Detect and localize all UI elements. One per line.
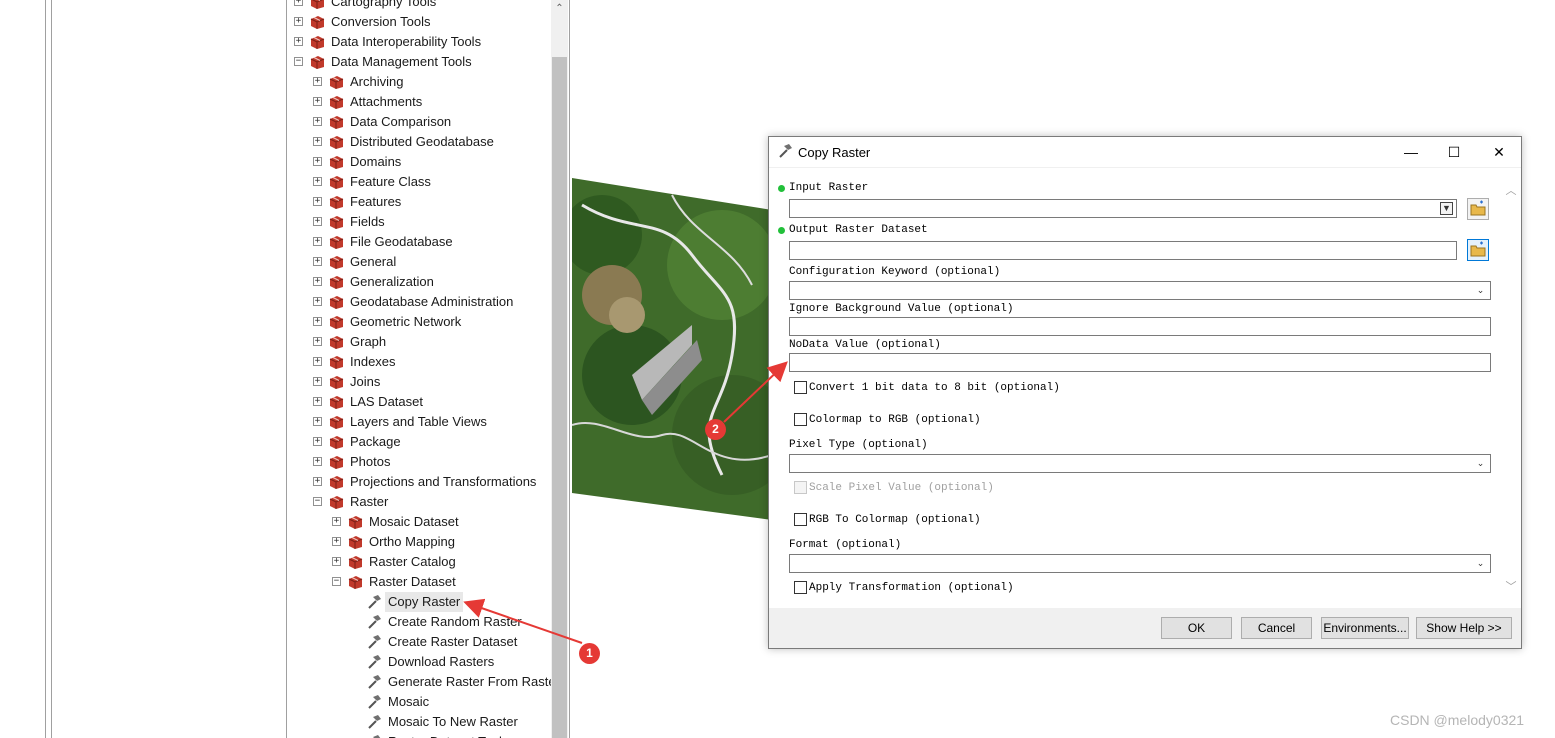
annotation-badge-1: 1 <box>579 643 600 664</box>
annotation-arrow-1 <box>463 598 583 644</box>
watermark: CSDN @melody0321 <box>1390 712 1525 728</box>
annotation-arrows <box>463 361 788 644</box>
annotation-badge-2: 2 <box>705 419 726 440</box>
annotation-arrow-2 <box>723 361 788 423</box>
